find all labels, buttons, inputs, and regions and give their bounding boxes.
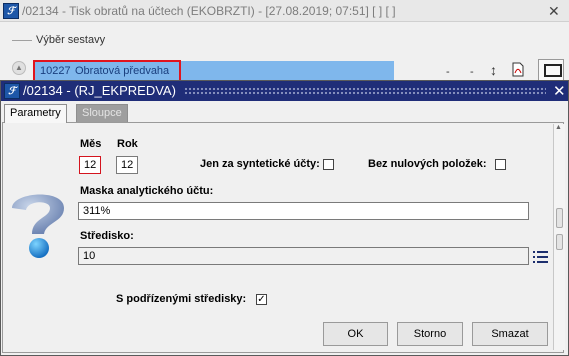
maska-label: Maska analytického účtu: [80, 185, 214, 197]
app-logo-icon: ℱ [3, 3, 19, 19]
report-code[interactable]: 10227 [40, 65, 71, 77]
mes-input[interactable]: 12 [79, 156, 101, 174]
titlebar-grip [184, 87, 546, 96]
pdf-icon[interactable] [512, 62, 524, 80]
scrollbar-thumb[interactable] [556, 234, 563, 250]
nulove-label: Bez nulových položek: [368, 158, 487, 170]
toolbar-dash: - [470, 66, 474, 78]
dialog-titlebar[interactable]: ℱ /02134 - (RJ_EKPREDVA) ✕ [1, 81, 568, 101]
stredisko-list-icon[interactable] [532, 248, 550, 266]
mes-label: Měs [80, 138, 102, 150]
scroll-up-arrow-icon[interactable]: ▲ [555, 124, 562, 131]
section-divider [12, 40, 32, 41]
section-label: Výběr sestavy [36, 34, 106, 46]
synteticke-label: Jen za syntetické účty: [200, 158, 320, 170]
rok-input[interactable]: 12 [116, 156, 138, 174]
podrizene-checkbox[interactable]: ✓ [256, 294, 267, 305]
help-question-icon [12, 194, 64, 258]
stredisko-label: Středisko: [80, 230, 134, 242]
tab-sloupce[interactable]: Sloupce [76, 104, 128, 122]
dialog-title: /02134 - (RJ_EKPREDVA) [23, 83, 176, 98]
dialog-scrollbar[interactable]: ▲ [553, 124, 565, 350]
sort-arrows-icon[interactable]: ↕ [490, 62, 497, 78]
dialog-logo-icon: ℱ [4, 83, 20, 99]
tab-parametry[interactable]: Parametry [4, 104, 67, 123]
main-close-icon[interactable]: ✕ [548, 3, 560, 20]
maska-input[interactable]: 311% [78, 202, 529, 220]
synteticke-checkbox[interactable] [323, 159, 334, 170]
nulove-checkbox[interactable] [495, 159, 506, 170]
storno-button[interactable]: Storno [397, 322, 463, 346]
main-titlebar: ℱ /02134 - Tisk obratů na účtech (EKOBRZ… [0, 0, 569, 22]
podrizene-label: S podřízenými středisky: [116, 293, 247, 305]
smazat-button[interactable]: Smazat [472, 322, 548, 346]
rok-label: Rok [117, 138, 138, 150]
scrollbar-thumb[interactable] [556, 208, 563, 228]
dialog-close-icon[interactable]: ✕ [553, 82, 566, 100]
monitor-icon[interactable] [538, 59, 564, 81]
scroll-up-icon[interactable]: ▲ [12, 61, 26, 75]
report-name[interactable]: Obratová předvaha [75, 65, 169, 77]
ok-button[interactable]: OK [323, 322, 388, 346]
stredisko-input[interactable]: 10 [78, 247, 529, 265]
toolbar-dash: - [446, 66, 450, 78]
main-window-title: /02134 - Tisk obratů na účtech (EKOBRZTI… [22, 4, 396, 18]
